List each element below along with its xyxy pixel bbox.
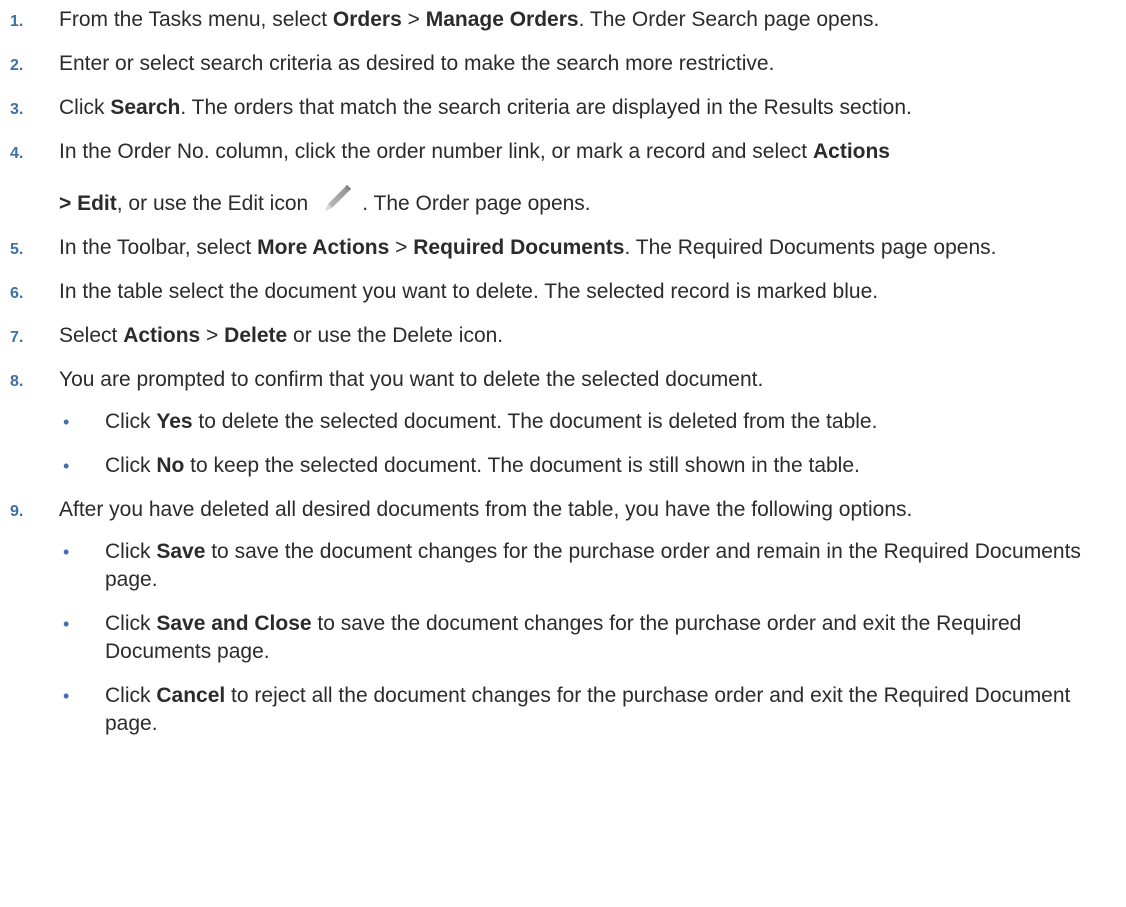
text-run: > [389,236,414,259]
step-number: 5. [10,241,24,258]
bullet-icon: • [63,542,70,562]
step-number: 7. [10,329,24,346]
text-run: to keep the selected document. The docum… [184,454,860,477]
step-text: From the Tasks menu, select Orders > Man… [59,6,1126,34]
bullet-icon: • [63,614,70,634]
text-run: , or use the Edit icon [116,192,309,215]
ui-term: Save [156,540,206,563]
text-run: or use the Delete icon. [287,324,504,347]
ui-term: Orders [332,8,402,31]
text-run: Click [105,410,157,433]
step-text: Enter or select search criteria as desir… [59,50,1126,78]
step-text: Select Actions > Delete or use the Delet… [59,322,1126,350]
procedure-steps: 1. From the Tasks menu, select Orders > M… [0,6,1126,738]
option-list: • Click Yes to delete the selected docume… [59,408,1126,480]
bullet-icon: • [63,456,70,476]
text-run: Click [105,684,157,707]
step-text: In the table select the document you wan… [59,278,1126,306]
text-run: After you have deleted all desired docum… [59,498,913,521]
ui-term: Save and Close [156,612,312,635]
ui-term: Actions [812,140,890,163]
step-7: 7. Select Actions > Delete or use the Del… [0,322,1126,350]
pencil-edit-icon [320,182,354,216]
step-number: 1. [10,13,24,30]
option-item: • Click No to keep the selected document.… [59,452,1126,480]
step-number: 6. [10,285,24,302]
step-4: 4. In the Order No. column, click the ord… [0,138,1126,218]
step-1: 1. From the Tasks menu, select Orders > M… [0,6,1126,34]
text-run: In the table select the document you wan… [59,280,879,303]
option-item: • Click Save to save the document changes… [59,538,1126,594]
step-number: 4. [10,145,24,162]
option-list: • Click Save to save the document changes… [59,538,1126,738]
step-6: 6. In the table select the document you w… [0,278,1126,306]
text-run: > [401,8,426,31]
ui-term: Cancel [156,684,226,707]
step-number: 2. [10,57,24,74]
ui-term: No [156,454,185,477]
ui-term: Yes [156,410,193,433]
text-run: Click [59,96,111,119]
step-text: After you have deleted all desired docum… [59,496,1126,524]
text-run: . The Required Documents page opens. [624,236,997,259]
text-run: . The orders that match the search crite… [180,96,912,119]
bullet-icon: • [63,686,70,706]
text-run: Click [105,540,157,563]
ui-term: Actions [123,324,201,347]
ui-term: More Actions [257,236,390,259]
text-run: to save the document changes for the pur… [105,540,1081,591]
step-2: 2. Enter or select search criteria as des… [0,50,1126,78]
text-run: In the Order No. column, click the order… [59,140,813,163]
text-run: Enter or select search criteria as desir… [59,52,775,75]
ui-term: > Edit [59,192,117,215]
step-text: Click Search. The orders that match the … [59,94,1126,122]
text-run: > [200,324,225,347]
step-number: 9. [10,503,24,520]
bullet-icon: • [63,412,70,432]
step-8: 8. You are prompted to confirm that you w… [0,366,1126,480]
option-item: • Click Save and Close to save the docume… [59,610,1126,666]
step-text-line: > Edit, or use the Edit icon . The Order … [59,182,1126,218]
step-text: In the Order No. column, click the order… [59,138,1126,218]
text-run: Select [59,324,124,347]
text-run: . The Order page opens. [362,192,591,215]
text-run: Click [105,612,157,635]
option-item: • Click Yes to delete the selected docume… [59,408,1126,436]
step-number: 8. [10,373,24,390]
ui-term: Delete [224,324,288,347]
text-run: . The Order Search page opens. [578,8,880,31]
step-9: 9. After you have deleted all desired doc… [0,496,1126,738]
step-5: 5. In the Toolbar, select More Actions > … [0,234,1126,262]
step-text: You are prompted to confirm that you wan… [59,366,1126,394]
text-run: You are prompted to confirm that you wan… [59,368,764,391]
ui-term: Search [110,96,181,119]
document-page: 1. From the Tasks menu, select Orders > M… [0,0,1126,907]
text-run: From the Tasks menu, select [59,8,333,31]
step-text: In the Toolbar, select More Actions > Re… [59,234,1126,262]
ui-term: Manage Orders [425,8,579,31]
text-run: to delete the selected document. The doc… [192,410,878,433]
text-run: In the Toolbar, select [59,236,258,259]
option-item: • Click Cancel to reject all the document… [59,682,1126,738]
step-number: 3. [10,101,24,118]
text-run: Click [105,454,157,477]
step-text-line: In the Order No. column, click the order… [59,140,890,163]
step-3: 3. Click Search. The orders that match th… [0,94,1126,122]
ui-term: Required Documents [413,236,625,259]
text-run: to reject all the document changes for t… [105,684,1071,735]
